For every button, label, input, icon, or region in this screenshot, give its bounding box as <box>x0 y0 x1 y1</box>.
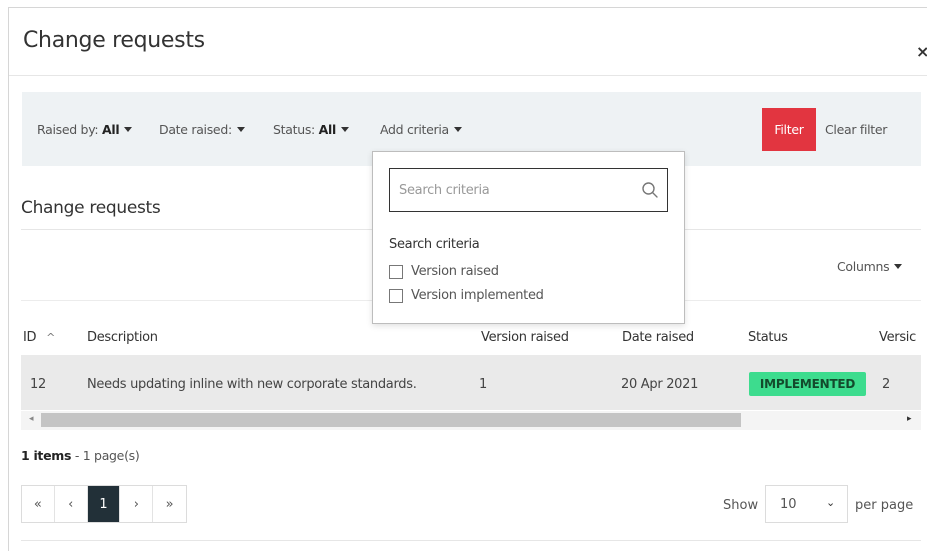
caret-down-icon <box>124 127 133 132</box>
status-value: All <box>318 122 337 137</box>
filter-button[interactable]: Filter <box>762 108 816 151</box>
caret-down-icon <box>236 127 245 132</box>
items-info: 1 items - 1 page(s) <box>21 448 140 463</box>
cell-date-raised: 20 Apr 2021 <box>621 377 699 392</box>
cell-version-raised: 1 <box>479 377 487 392</box>
checkbox[interactable] <box>389 288 403 303</box>
section-title: Change requests <box>21 198 161 218</box>
last-page-button[interactable]: » <box>153 486 186 522</box>
chevron-down-icon: ⌄ <box>826 496 836 509</box>
caret-down-icon <box>453 127 462 132</box>
checkbox[interactable] <box>389 264 403 279</box>
sort-ascending-icon: ^ <box>46 331 56 344</box>
modal-title: Change requests <box>23 28 205 53</box>
close-icon[interactable]: × <box>916 42 927 61</box>
caret-down-icon <box>340 127 349 132</box>
page-1-button[interactable]: 1 <box>87 486 121 522</box>
column-header-id-label: ID <box>23 330 37 345</box>
change-requests-modal: Change requests × Raised by: All Date ra… <box>8 7 927 551</box>
caret-down-icon <box>894 264 903 269</box>
criteria-option-version-raised[interactable]: Version raised <box>389 264 499 279</box>
search-icon[interactable] <box>641 181 659 199</box>
raised-by-value: All <box>101 122 120 137</box>
first-page-button[interactable]: « <box>22 486 55 522</box>
add-criteria-label: Add criteria <box>380 122 449 137</box>
column-header-id[interactable]: ID ^ <box>23 330 55 345</box>
cell-version-implemented: 2 <box>882 377 890 392</box>
status-label: Status: <box>273 122 315 137</box>
add-criteria-button[interactable]: Add criteria <box>380 122 462 137</box>
add-criteria-dropdown: Search criteria Version raised Version i… <box>372 151 685 324</box>
pagination: « ‹ 1 › » <box>21 485 187 523</box>
column-header-version-raised[interactable]: Version raised <box>481 330 569 345</box>
status-filter[interactable]: Status: All <box>273 122 349 137</box>
criteria-option-label: Version implemented <box>411 288 544 303</box>
criteria-option-label: Version raised <box>411 264 499 279</box>
cell-id: 12 <box>30 377 46 392</box>
clear-filter-link[interactable]: Clear filter <box>825 122 887 137</box>
title-divider <box>9 75 927 76</box>
column-header-status[interactable]: Status <box>748 330 788 345</box>
date-raised-label: Date raised: <box>159 122 232 137</box>
per-page-label: per page <box>855 498 914 513</box>
show-label: Show <box>723 498 759 513</box>
criteria-heading: Search criteria <box>389 237 480 252</box>
items-count: 1 items <box>21 448 72 463</box>
per-page-select[interactable]: 10 ⌄ <box>765 485 848 523</box>
next-page-button[interactable]: › <box>120 486 154 522</box>
column-header-description[interactable]: Description <box>87 330 158 345</box>
scroll-right-icon[interactable]: ▸ <box>907 414 912 424</box>
criteria-search-box <box>389 168 668 212</box>
date-raised-filter[interactable]: Date raised: <box>159 122 245 137</box>
columns-button[interactable]: Columns <box>837 259 903 274</box>
pages-text: - 1 page(s) <box>74 448 140 463</box>
per-page-value: 10 <box>780 497 797 512</box>
footer-divider <box>21 540 921 541</box>
raised-by-label: Raised by: <box>37 122 99 137</box>
scroll-left-icon[interactable]: ◂ <box>29 414 34 424</box>
columns-label: Columns <box>837 259 890 274</box>
column-header-date-raised[interactable]: Date raised <box>622 330 694 345</box>
criteria-search-input[interactable] <box>399 178 629 202</box>
raised-by-filter[interactable]: Raised by: All <box>37 122 133 137</box>
scrollbar-thumb[interactable] <box>41 413 741 427</box>
cell-description: Needs updating inline with new corporate… <box>87 377 417 392</box>
prev-page-button[interactable]: ‹ <box>55 486 88 522</box>
criteria-option-version-implemented[interactable]: Version implemented <box>389 288 544 303</box>
status-badge: IMPLEMENTED <box>749 372 866 396</box>
column-header-version-implemented[interactable]: Versic <box>879 330 916 345</box>
